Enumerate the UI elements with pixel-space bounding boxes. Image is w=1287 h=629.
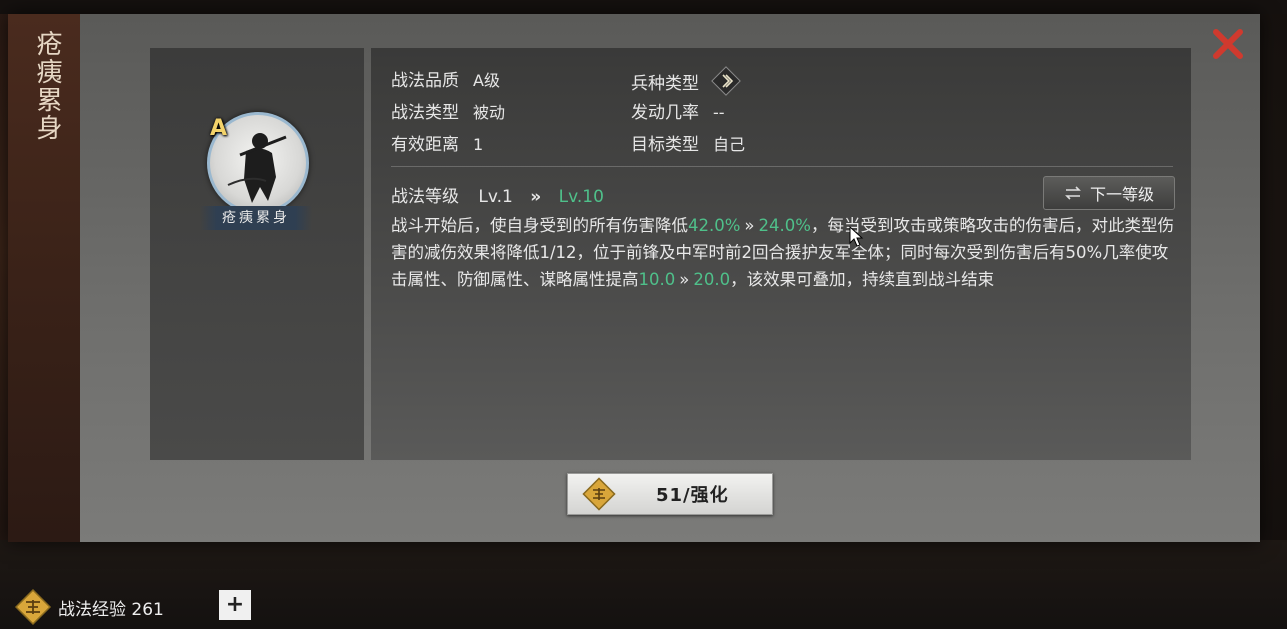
quality-label: 战法品质 (391, 71, 459, 91)
skill-details-panel: 战法品质 A级 战法类型 被动 有效距离 1 兵种类型 发动几率 -- 目标类型 自己 战… (371, 48, 1191, 460)
desc-part-1: 战斗开始后，使自身受到的所有伤害降低 (391, 216, 688, 235)
grade-badge: A (210, 116, 228, 141)
mouse-cursor-icon (849, 226, 864, 247)
exp-token-icon (14, 588, 52, 626)
close-button[interactable] (1208, 24, 1248, 64)
level-row: 战法等级 Lv.1 » Lv.10 (391, 182, 604, 207)
skill-exp-label: 战法经验 261 (58, 599, 164, 620)
side-title-strip: 疮痍累身 (8, 14, 80, 542)
divider (391, 166, 1173, 167)
info-type: 战法类型 被动 (391, 98, 505, 123)
troop-type-icon (711, 66, 741, 96)
desc-arrow-2: » (679, 270, 690, 289)
add-exp-button[interactable]: + (219, 590, 251, 620)
upgrade-button[interactable]: 51/强化 (567, 473, 773, 515)
target-label: 目标类型 (631, 135, 699, 155)
level-current: Lv.1 (478, 187, 513, 207)
skill-portrait-panel: A 疮痍累身 (150, 48, 364, 460)
info-target: 目标类型 自己 (631, 130, 745, 155)
skill-name-plate: 疮痍累身 (200, 206, 312, 230)
desc-value-1-current: 42.0% (688, 216, 741, 235)
skill-description: 战斗开始后，使自身受到的所有伤害降低42.0%» 24.0%，每当受到攻击或策略攻… (391, 212, 1181, 293)
exp-token-icon (582, 477, 616, 511)
range-label: 有效距离 (391, 135, 459, 155)
desc-value-2-current: 10.0 (638, 270, 676, 289)
info-troop: 兵种类型 (631, 66, 741, 96)
info-quality: 战法品质 A级 (391, 66, 500, 91)
target-value: 自己 (713, 135, 746, 154)
info-rate: 发动几率 -- (631, 98, 725, 123)
rate-label: 发动几率 (631, 103, 699, 123)
quality-value: A级 (473, 71, 500, 90)
desc-part-3: ，该效果可叠加，持续直到战斗结束 (730, 270, 995, 289)
upgrade-label: 51/强化 (656, 485, 729, 506)
next-level-button[interactable]: 下一等级 (1043, 176, 1175, 210)
rate-value: -- (713, 103, 725, 122)
level-arrow: » (530, 187, 542, 207)
level-max: Lv.10 (558, 187, 604, 207)
background-bottom-bar (0, 540, 1287, 629)
troop-label: 兵种类型 (631, 73, 699, 94)
skill-detail-modal: 疮痍累身 A 疮痍累身 战法品质 A级 战法类型 被动 有效距离 1 兵种类型 … (8, 14, 1260, 542)
info-range: 有效距离 1 (391, 130, 483, 155)
next-level-label: 下一等级 (1089, 185, 1154, 204)
swap-icon (1065, 186, 1081, 200)
range-value: 1 (473, 135, 484, 154)
level-label: 战法等级 (391, 187, 459, 207)
desc-value-1-max: 24.0% (758, 216, 811, 235)
skill-exp-display: 战法经验 261 (14, 588, 164, 626)
desc-arrow-1: » (744, 216, 755, 235)
side-title: 疮痍累身 (32, 30, 62, 142)
type-value: 被动 (473, 103, 506, 122)
background-top-strip (0, 0, 1287, 14)
type-label: 战法类型 (391, 103, 459, 123)
desc-value-2-max: 20.0 (693, 270, 731, 289)
close-icon (1213, 29, 1243, 59)
